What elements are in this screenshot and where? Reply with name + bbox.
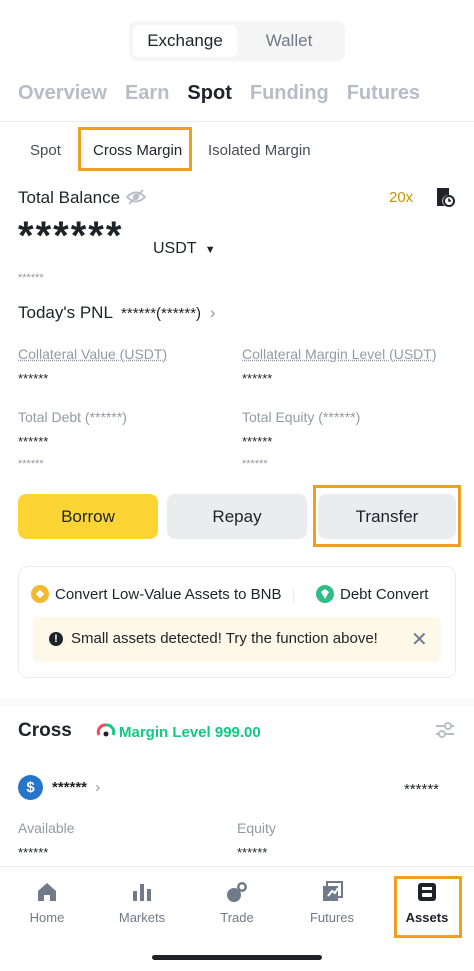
section-divider	[0, 698, 474, 706]
tab-overview[interactable]: Overview	[18, 82, 107, 105]
collateral-value-label[interactable]: Collateral Value (USDT)	[18, 346, 167, 362]
pnl-label: Today's PNL	[18, 303, 113, 322]
main-tabs: Overview Earn Spot Funding Futures	[18, 82, 438, 105]
chevron-right-icon: ›	[209, 303, 216, 322]
nav-assets-label: Assets	[405, 910, 449, 925]
hide-balance-icon[interactable]	[125, 188, 147, 206]
caret-down-icon: ▼	[204, 244, 216, 256]
convert-bnb-label: Convert Low-Value Assets to BNB	[55, 585, 282, 603]
small-assets-warning: ! Small assets detected! Try the functio…	[33, 617, 441, 662]
nav-trade[interactable]: Trade	[197, 880, 277, 925]
equity-label: Equity	[237, 820, 276, 836]
currency-selector[interactable]: USDT ▼	[153, 240, 216, 258]
pnl-value: ******(******)	[121, 305, 202, 322]
collateral-margin-label[interactable]: Collateral Margin Level (USDT)	[242, 346, 437, 362]
tab-spot[interactable]: Spot	[187, 82, 231, 105]
available-value: ******	[18, 845, 49, 860]
debt-convert-icon	[316, 585, 334, 603]
debt-convert-label: Debt Convert	[340, 585, 429, 603]
subtab-cross-margin[interactable]: Cross Margin	[93, 142, 182, 159]
nav-markets[interactable]: Markets	[102, 880, 182, 925]
nav-divider	[0, 866, 474, 867]
filter-settings-icon[interactable]	[434, 720, 456, 740]
debt-convert-link[interactable]: Debt Convert	[316, 585, 428, 603]
futures-icon	[320, 880, 344, 904]
balance-sub-value: ******	[18, 272, 44, 284]
convert-bnb-link[interactable]: Convert Low-Value Assets to BNB	[31, 585, 282, 603]
wallet-toggle[interactable]: Wallet	[237, 25, 341, 57]
pnl-row[interactable]: Today's PNL ******(******) ›	[18, 303, 215, 323]
close-icon[interactable]: ✕	[411, 627, 428, 652]
exchange-toggle[interactable]: Exchange	[133, 25, 237, 57]
card-divider	[293, 587, 294, 603]
history-icon[interactable]	[435, 186, 455, 208]
nav-futures[interactable]: Futures	[292, 880, 372, 925]
nav-futures-label: Futures	[309, 910, 355, 925]
tab-futures[interactable]: Futures	[347, 82, 420, 105]
total-equity-label: Total Equity (******)	[242, 409, 361, 425]
total-debt-value: ******	[18, 434, 49, 449]
available-label: Available	[18, 820, 75, 836]
margin-gauge-icon	[96, 722, 116, 742]
nav-trade-label: Trade	[220, 910, 254, 925]
home-icon	[35, 880, 59, 904]
total-equity-sub: ******	[242, 458, 268, 470]
trade-icon	[225, 880, 249, 904]
collateral-value: ******	[18, 371, 49, 386]
balance-amount: ******	[18, 214, 124, 258]
exchange-wallet-toggle: Exchange Wallet	[129, 21, 345, 61]
alert-icon: !	[49, 632, 63, 646]
leverage-badge[interactable]: 20x	[389, 189, 413, 206]
asset-value: ******	[404, 781, 440, 798]
total-balance-label: Total Balance	[18, 188, 121, 207]
repay-button[interactable]: Repay	[167, 494, 307, 539]
margin-level-indicator[interactable]: Margin Level 999.00	[96, 722, 261, 742]
convert-card: Convert Low-Value Assets to BNB Debt Con…	[18, 566, 456, 678]
collateral-margin-value: ******	[242, 371, 273, 386]
currency-label: USDT	[153, 240, 197, 257]
markets-icon	[130, 880, 154, 904]
subtab-spot[interactable]: Spot	[30, 142, 61, 159]
total-debt-label: Total Debt (******)	[18, 409, 127, 425]
equity-value: ******	[237, 845, 268, 860]
asset-name: ******	[52, 779, 88, 796]
total-equity-value: ******	[242, 434, 273, 449]
nav-markets-label: Markets	[118, 910, 166, 925]
usdc-icon: $	[18, 775, 43, 800]
transfer-button[interactable]: Transfer	[318, 494, 456, 539]
tabs-divider	[0, 121, 474, 122]
margin-level-text: Margin Level 999.00	[119, 723, 261, 741]
nav-home[interactable]: Home	[7, 880, 87, 925]
bnb-icon	[31, 585, 49, 603]
tab-earn[interactable]: Earn	[125, 82, 169, 105]
asset-row[interactable]: ****** ›	[52, 779, 100, 796]
chevron-right-icon: ›	[95, 779, 101, 796]
subtab-isolated-margin[interactable]: Isolated Margin	[208, 142, 311, 159]
cross-title: Cross	[18, 720, 72, 741]
borrow-button[interactable]: Borrow	[18, 494, 158, 539]
warning-text: Small assets detected! Try the function …	[71, 630, 378, 647]
home-indicator	[152, 955, 322, 960]
tab-funding[interactable]: Funding	[250, 82, 329, 105]
nav-assets[interactable]: Assets	[387, 880, 467, 925]
total-debt-sub: ******	[18, 458, 44, 470]
wallet-icon	[415, 880, 439, 904]
nav-home-label: Home	[29, 910, 65, 925]
